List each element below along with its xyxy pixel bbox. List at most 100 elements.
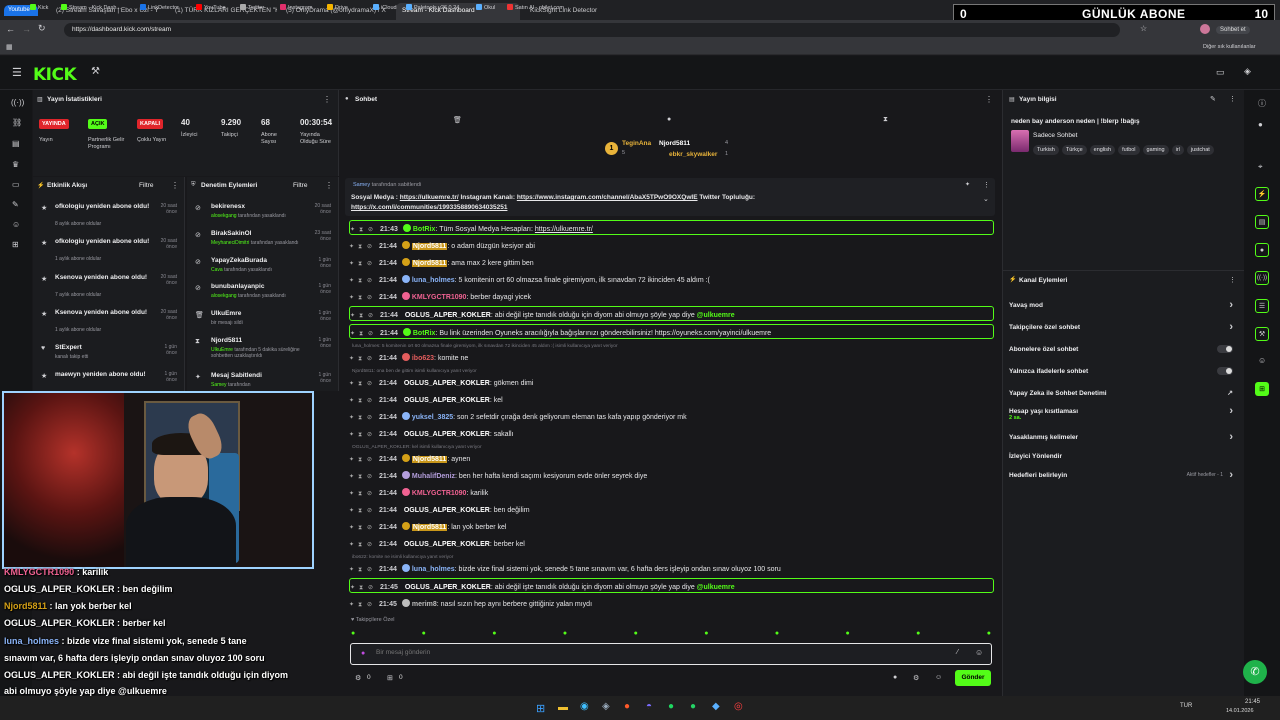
- tool-icon[interactable]: ✎: [12, 200, 19, 209]
- activity-filter[interactable]: Filtre: [139, 182, 153, 189]
- ban-icon[interactable]: ⊘: [367, 490, 377, 497]
- more-icon[interactable]: ⋮: [1229, 276, 1236, 284]
- toggle-switch[interactable]: [1217, 367, 1233, 375]
- chat-message[interactable]: ✦ ⧗ ⊘ 21:44 ibo623: komite ne: [349, 350, 994, 365]
- message-user[interactable]: Njord5811: [411, 524, 448, 531]
- more-icon[interactable]: ⋮: [323, 95, 331, 104]
- chevron-right-icon[interactable]: ›: [1229, 405, 1233, 417]
- ban-icon[interactable]: ⊘: [367, 601, 377, 608]
- hourglass-icon[interactable]: ⧗: [359, 227, 365, 234]
- wrench-icon[interactable]: ⚒: [1255, 327, 1269, 341]
- chat-message[interactable]: ✦ ⧗ ⊘ 21:43 BotRix: Tüm Sosyal Medya Hesapl…: [349, 220, 994, 235]
- send-button[interactable]: Gönder: [955, 670, 991, 686]
- ban-icon[interactable]: ⊘: [367, 507, 377, 514]
- explorer-icon[interactable]: ▬: [558, 702, 568, 713]
- category-thumbnail[interactable]: [1011, 130, 1029, 152]
- message-field[interactable]: [376, 649, 876, 656]
- chevron-down-icon[interactable]: ⌄: [983, 195, 989, 203]
- hourglass-icon[interactable]: ⧗: [358, 381, 364, 388]
- message-user[interactable]: luna_holmes: [412, 566, 455, 573]
- pin-icon[interactable]: ✦: [349, 490, 355, 497]
- emote-icon[interactable]: ●: [987, 630, 991, 638]
- message-user[interactable]: yuksel_3825: [412, 414, 453, 421]
- gear-icon[interactable]: ⚙: [913, 674, 919, 682]
- gift-icon[interactable]: ⊞: [387, 674, 393, 682]
- channel-action[interactable]: Takipçilere özel sohbet ›: [1009, 321, 1237, 333]
- kick-logo[interactable]: KICK: [33, 65, 77, 85]
- list-icon[interactable]: ☰: [1255, 299, 1269, 313]
- bookmark[interactable]: Okul: [476, 4, 495, 11]
- message-user[interactable]: MuhalifDeniz: [412, 473, 455, 480]
- hourglass-icon[interactable]: ⧗: [358, 415, 364, 422]
- bolt-icon[interactable]: ⚡: [1255, 187, 1269, 201]
- pin-icon[interactable]: ✦: [349, 541, 355, 548]
- chevron-right-icon[interactable]: ›: [1229, 299, 1233, 311]
- pin-icon[interactable]: ✦: [349, 507, 355, 514]
- stream-tag[interactable]: english: [1089, 145, 1116, 155]
- whatsapp-icon[interactable]: ●: [690, 701, 696, 712]
- message-user[interactable]: OGLUS_ALPER_KOKLER: [404, 397, 490, 404]
- message-user[interactable]: OGLUS_ALPER_KOKLER: [404, 541, 490, 548]
- message-user[interactable]: OGLUS_ALPER_KOKLER: [404, 431, 490, 438]
- chat-message[interactable]: ✦ ⧗ ⊘ 21:45 OGLUS_ALPER_KOKLER: abi değil i…: [349, 578, 994, 593]
- chat-button[interactable]: Sohbet et: [1216, 26, 1250, 34]
- external-link-icon[interactable]: ↗: [1227, 389, 1233, 397]
- channel-action[interactable]: İzleyici Yönlendir: [1009, 453, 1237, 460]
- category-name[interactable]: Sadece Sohbet: [1033, 132, 1077, 139]
- channel-action[interactable]: Yavaş mod ›: [1009, 299, 1237, 311]
- ban-icon[interactable]: ⊘: [368, 312, 378, 319]
- emote-icon[interactable]: ●: [634, 630, 638, 638]
- pin-icon[interactable]: ✦: [349, 414, 355, 421]
- star-icon[interactable]: ☆: [1140, 24, 1147, 33]
- pin-icon[interactable]: ✦: [349, 380, 355, 387]
- emote-icon[interactable]: ●: [916, 630, 920, 638]
- hourglass-icon[interactable]: ⧗: [358, 567, 364, 574]
- ban-icon[interactable]: ⊘: [368, 584, 378, 591]
- emote-icon[interactable]: ●: [845, 630, 849, 638]
- chat-message[interactable]: ✦ ⧗ ⊘ 21:44 luna_holmes: 5 komitenin ort 60…: [349, 272, 994, 287]
- bookmark[interactable]: Twitter: [240, 4, 264, 11]
- chat-message[interactable]: ✦ ⧗ ⊘ 21:44 Njord5811: aynen: [349, 451, 994, 466]
- clock-date[interactable]: 14.01.2026: [1226, 708, 1254, 714]
- hourglass-icon[interactable]: ⧗: [358, 261, 364, 268]
- message-user[interactable]: OGLUS_ALPER_KOKLER: [405, 584, 491, 591]
- hourglass-icon[interactable]: ⧗: [358, 278, 364, 285]
- channel-action[interactable]: Hedefleri belirleyin Aktif hedefler - 1 ›: [1009, 469, 1237, 481]
- hourglass-icon[interactable]: ⧗: [358, 457, 364, 464]
- more-icon[interactable]: ⋮: [1229, 95, 1236, 103]
- stream-tag[interactable]: Turkish: [1033, 145, 1059, 155]
- edit-icon[interactable]: ✎: [1210, 95, 1216, 103]
- pin-icon[interactable]: ✦: [349, 243, 355, 250]
- avatar[interactable]: [1200, 24, 1210, 34]
- stream-tag[interactable]: gaming: [1142, 145, 1169, 155]
- message-user[interactable]: KMLYGCTR1090: [412, 490, 467, 497]
- bookmark[interactable]: Paletools v26.0.24: [406, 4, 459, 11]
- pin-icon[interactable]: ✦: [349, 397, 355, 404]
- users-icon[interactable]: ☺: [12, 220, 20, 229]
- ban-icon[interactable]: ⊘: [367, 380, 377, 387]
- address-bar[interactable]: https://dashboard.kick.com/stream: [64, 23, 1120, 37]
- hourglass-icon[interactable]: ⧗: [358, 244, 364, 251]
- chat-icon[interactable]: ●: [1255, 243, 1269, 257]
- message-user[interactable]: KMLYGCTR1090: [412, 294, 467, 301]
- message-user[interactable]: BotRix: [413, 226, 436, 233]
- message-user[interactable]: Njord5811: [411, 243, 448, 250]
- hourglass-icon[interactable]: ⧗: [358, 295, 364, 302]
- chat-message[interactable]: ✦ ⧗ ⊘ 21:44 OGLUS_ALPER_KOKLER: abi değil i…: [349, 306, 994, 321]
- ban-icon[interactable]: ⊘: [367, 524, 377, 531]
- stream-tag[interactable]: irl: [1171, 145, 1184, 155]
- ban-icon[interactable]: ⊘: [367, 473, 377, 480]
- pinned-link[interactable]: https://www.instagram.com/channel/AbaX5T…: [517, 194, 698, 201]
- pin-icon[interactable]: ✦: [349, 456, 355, 463]
- chat-mode-icon[interactable]: ●: [667, 116, 671, 123]
- pin-icon[interactable]: ✦: [349, 277, 355, 284]
- bookmark[interactable]: Instagram: [280, 4, 312, 11]
- hourglass-icon[interactable]: ⧗: [358, 398, 364, 405]
- forward-icon[interactable]: →: [22, 24, 31, 34]
- chat-message[interactable]: ✦ ⧗ ⊘ 21:45 merim8: nasıl sızın hep aynı be…: [349, 596, 994, 611]
- chat-message[interactable]: ✦ ⧗ ⊘ 21:44 MuhalifDeniz: ben her hafta ken…: [349, 468, 994, 483]
- pin-icon[interactable]: ✦: [349, 260, 355, 267]
- firefox-icon[interactable]: ●: [624, 701, 630, 712]
- info-circle-icon[interactable]: ⓘ: [1258, 98, 1266, 109]
- target-icon[interactable]: ⌖: [1258, 162, 1263, 172]
